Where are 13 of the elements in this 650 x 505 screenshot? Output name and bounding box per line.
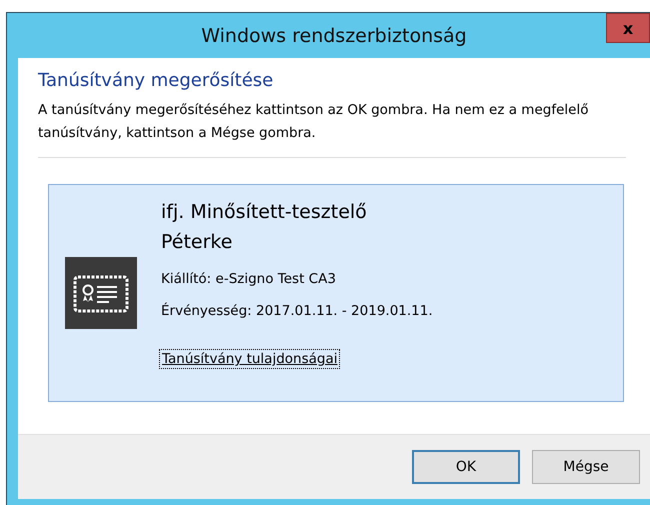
validity-text: Érvényesség: 2017.01.11. - 2019.01.11. [161,303,433,319]
description: A tanúsítvány megerősítéséhez kattintson az OK gombra. Ha nem ez a megfelelő tanúsítvány, kattintson a Mégse gombra. [38,101,590,143]
certificate-icon [65,257,137,329]
certificate-holder-name: Péterke [161,230,234,255]
close-button[interactable]: x [606,13,650,43]
cancel-button[interactable]: Mégse [532,450,640,484]
certificate-card[interactable]: ifj. Minősített-tesztelő Péterke Kiállító: e-Szigno Test CA3 Érvényesség: 2017.01.11. - 2019.01.11. Tanúsítvány tulajdonságai [48,184,624,402]
dialog-heading: Tanúsítvány megerősítése [38,70,274,91]
window-title: Windows rendszerbiztonság [201,24,467,46]
ok-button[interactable]: OK [412,450,520,484]
certificate-holder-name: ifj. Minősített-tesztelő [161,200,368,225]
issuer-text: Kiállító: e-Szigno Test CA3 [161,271,337,287]
certificate-properties-link[interactable]: Tanúsítvány tulajdonságai [159,349,340,369]
